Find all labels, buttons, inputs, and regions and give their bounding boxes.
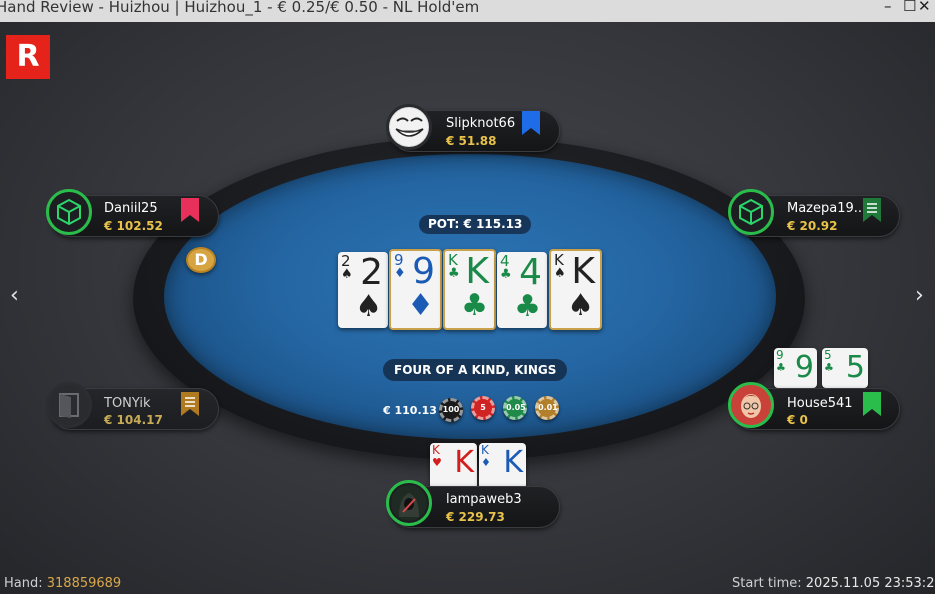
- player-stack: € 20.92: [787, 219, 838, 233]
- card-rank: K: [481, 443, 489, 457]
- club-icon: ♣: [461, 288, 488, 323]
- troll-face-icon: [390, 108, 428, 146]
- player-name: TONYik: [104, 396, 151, 411]
- start-time-value: 2025.11.05 23:53:29: [805, 576, 935, 591]
- dealer-button: D: [186, 247, 216, 273]
- board-card-2: 9 ♦ 9 ♦: [389, 249, 442, 330]
- cube-logo-icon: [57, 198, 81, 226]
- heart-icon: ♥: [432, 456, 442, 469]
- player-stack: € 104.17: [104, 413, 163, 427]
- board-card-4: 4 ♣ 4 ♣: [497, 252, 547, 328]
- chip-005: 0.05: [503, 396, 527, 420]
- pot-label: POT: € 115.13: [419, 215, 532, 234]
- player-avatar: [46, 189, 92, 235]
- card-rank: 9: [776, 348, 784, 362]
- bookmark-icon[interactable]: [522, 111, 540, 135]
- card-rank-large: K: [571, 251, 595, 292]
- card-suit: ♦: [394, 266, 406, 281]
- club-icon: ♣: [776, 361, 786, 374]
- card-rank-large: 9: [794, 350, 814, 385]
- player-avatar: [728, 382, 774, 428]
- window-title-bar: Hand Review - Huizhou | Huizhou_1 - € 0.…: [0, 0, 935, 22]
- board-card-5: K ♠ K ♠: [549, 249, 602, 330]
- club-icon: ♣: [824, 361, 834, 374]
- spade-icon: ♠: [567, 288, 594, 323]
- start-time: Start time: 2025.11.05 23:53:29: [732, 576, 935, 591]
- red-hair-woman-icon: [731, 385, 771, 425]
- player-name: House541: [787, 396, 853, 411]
- player-name: Mazepa19...: [787, 201, 867, 216]
- hand-number: 318859689: [46, 576, 122, 591]
- cube-logo-icon: [739, 198, 763, 226]
- hand-result-label: FOUR OF A KIND, KINGS: [383, 359, 568, 381]
- player-avatar: [46, 382, 92, 428]
- previous-hand-button[interactable]: ‹: [10, 283, 19, 308]
- chip-001: 0.01: [535, 396, 559, 420]
- start-time-label: Start time:: [732, 576, 802, 591]
- app-logo: R: [6, 35, 50, 79]
- player-avatar: [386, 480, 432, 526]
- player-stack: € 51.88: [446, 134, 497, 148]
- chip-100: 100: [439, 398, 463, 422]
- hero-card-1: K ♥ K: [430, 443, 477, 489]
- player-name: Slipknot66: [446, 116, 516, 131]
- maximize-button[interactable]: ☐: [903, 0, 916, 15]
- house541-card-1: 9 ♣ 9: [774, 348, 817, 388]
- card-rank: K: [432, 443, 440, 457]
- player-stack: € 0: [787, 413, 808, 427]
- diamond-icon: ♦: [407, 288, 434, 323]
- minimize-button[interactable]: –: [884, 0, 892, 15]
- troll-face-avatar: [386, 104, 432, 150]
- board-card-3: K ♣ K ♣: [443, 249, 496, 330]
- notes-bookmark-icon[interactable]: [181, 392, 199, 416]
- player-stack: € 229.73: [446, 510, 505, 524]
- spade-icon: ♠: [355, 289, 382, 324]
- card-rank-large: 9: [412, 251, 435, 292]
- player-avatar: [728, 189, 774, 235]
- player-name: Daniil25: [104, 201, 158, 216]
- card-rank-large: 4: [519, 252, 542, 293]
- house541-card-2: 5 ♣ 5: [822, 348, 868, 388]
- bet-amount: € 110.13: [383, 404, 437, 417]
- bookmark-icon[interactable]: [181, 198, 199, 222]
- chip-5: 5: [471, 396, 495, 420]
- door-icon: [59, 393, 79, 418]
- card-rank: 5: [824, 348, 832, 362]
- card-suit: ♣: [448, 266, 460, 281]
- player-stack: € 102.52: [104, 219, 163, 233]
- diamond-icon: ♦: [481, 456, 491, 469]
- window-title: Hand Review - Huizhou | Huizhou_1 - € 0.…: [0, 0, 480, 16]
- board-card-1: 2 ♠ 2 ♠: [338, 252, 388, 328]
- card-suit: ♣: [500, 267, 512, 282]
- next-hand-button[interactable]: ›: [915, 283, 924, 308]
- hand-label: Hand:: [4, 576, 43, 591]
- card-suit: ♠: [341, 267, 353, 282]
- card-rank-large: K: [503, 445, 523, 480]
- card-rank-large: K: [454, 445, 474, 480]
- club-icon: ♣: [514, 289, 541, 324]
- player-name: lampaweb3: [446, 492, 522, 507]
- hooded-figure-icon: [391, 485, 427, 521]
- bookmark-icon[interactable]: [863, 392, 881, 416]
- card-rank-large: 5: [845, 350, 865, 385]
- card-rank-large: K: [465, 251, 489, 292]
- hand-id: Hand: 318859689: [4, 576, 121, 591]
- card-suit: ♠: [554, 266, 566, 281]
- notes-bookmark-icon[interactable]: [863, 198, 881, 222]
- card-rank-large: 2: [360, 252, 383, 293]
- hero-card-2: K ♦ K: [479, 443, 526, 489]
- close-button[interactable]: ✕: [918, 0, 931, 15]
